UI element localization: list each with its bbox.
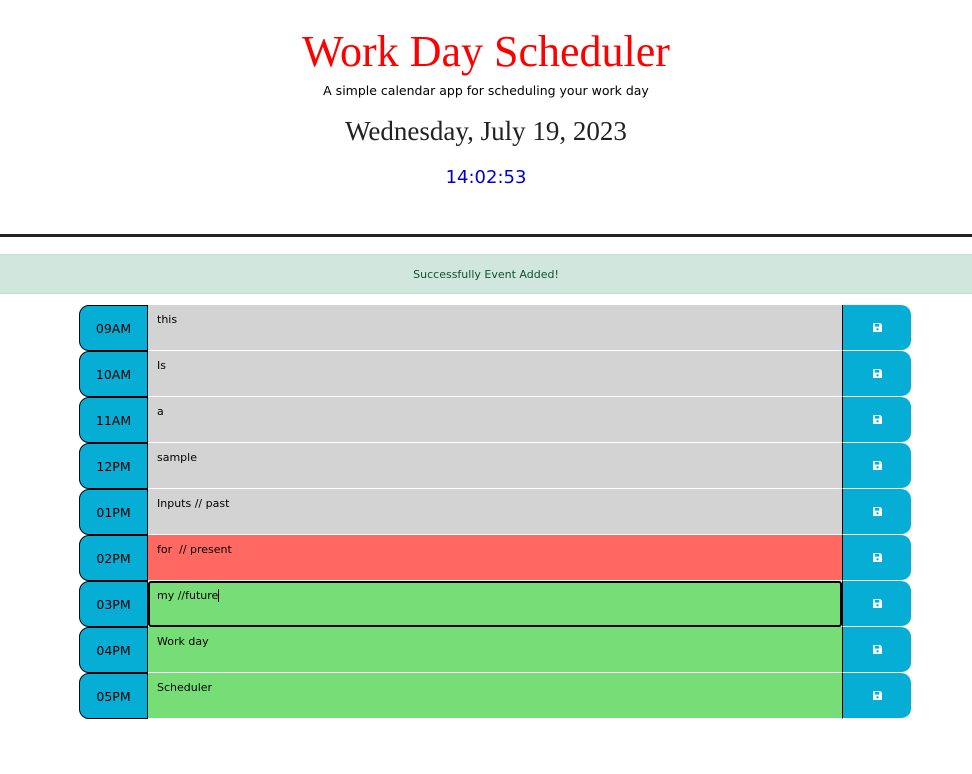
save-button[interactable]	[842, 397, 911, 443]
save-button[interactable]	[842, 673, 911, 719]
floppy-disk-icon	[872, 507, 882, 516]
time-block: 05PM Scheduler	[79, 673, 911, 719]
floppy-disk-icon	[872, 645, 882, 654]
time-block: 02PM for // present	[79, 535, 911, 581]
floppy-disk-icon	[872, 369, 882, 378]
hour-label: 12PM	[79, 443, 148, 489]
app-title: Work Day Scheduler	[302, 27, 670, 76]
save-button[interactable]	[842, 535, 911, 581]
save-button[interactable]	[842, 489, 911, 535]
event-textarea[interactable]: Is	[148, 351, 842, 397]
floppy-disk-icon	[872, 691, 882, 700]
time-block: 12PM sample	[79, 443, 911, 489]
event-textarea[interactable]: sample	[148, 443, 842, 489]
time-block: 04PM Work day	[79, 627, 911, 673]
floppy-disk-icon	[872, 415, 882, 424]
time-block: 10AM Is	[79, 351, 911, 397]
alert-message: Successfully Event Added!	[413, 267, 559, 281]
hour-label: 02PM	[79, 535, 148, 581]
text-caret	[218, 589, 220, 602]
event-textarea[interactable]: a	[148, 397, 842, 443]
save-button[interactable]	[842, 581, 911, 627]
hour-label: 09AM	[79, 305, 148, 351]
time-block: 09AM this	[79, 305, 911, 351]
event-textarea[interactable]: for // present	[148, 535, 842, 581]
floppy-disk-icon	[872, 599, 882, 608]
hour-label: 05PM	[79, 673, 148, 719]
hour-label: 01PM	[79, 489, 148, 535]
time-block: 03PM my //future	[79, 581, 911, 627]
event-textarea[interactable]: Inputs // past	[148, 489, 842, 535]
event-text: my //future	[157, 589, 219, 602]
event-textarea[interactable]: Work day	[148, 627, 842, 673]
current-time: 14:02:53	[445, 167, 527, 188]
schedule: 09AM this 10AM Is 11AM a 12PM sample 01P…	[79, 305, 911, 719]
save-button[interactable]	[842, 351, 911, 397]
save-button[interactable]	[842, 443, 911, 489]
time-block: 11AM a	[79, 397, 911, 443]
time-block: 01PM Inputs // past	[79, 489, 911, 535]
save-button[interactable]	[842, 627, 911, 673]
header-divider	[0, 234, 972, 237]
hour-label: 11AM	[79, 397, 148, 443]
header: Work Day Scheduler A simple calendar app…	[0, 0, 972, 237]
hour-label: 03PM	[79, 581, 148, 627]
success-alert: Successfully Event Added!	[0, 254, 972, 294]
event-textarea[interactable]: Scheduler	[148, 673, 842, 719]
floppy-disk-icon	[872, 553, 882, 562]
floppy-disk-icon	[872, 323, 882, 332]
current-date: Wednesday, July 19, 2023	[345, 116, 627, 146]
app-subtitle: A simple calendar app for scheduling you…	[323, 83, 649, 98]
event-textarea[interactable]: this	[148, 305, 842, 351]
event-textarea-focused[interactable]: my //future	[148, 581, 842, 627]
floppy-disk-icon	[872, 461, 882, 470]
save-button[interactable]	[842, 305, 911, 351]
hour-label: 10AM	[79, 351, 148, 397]
hour-label: 04PM	[79, 627, 148, 673]
